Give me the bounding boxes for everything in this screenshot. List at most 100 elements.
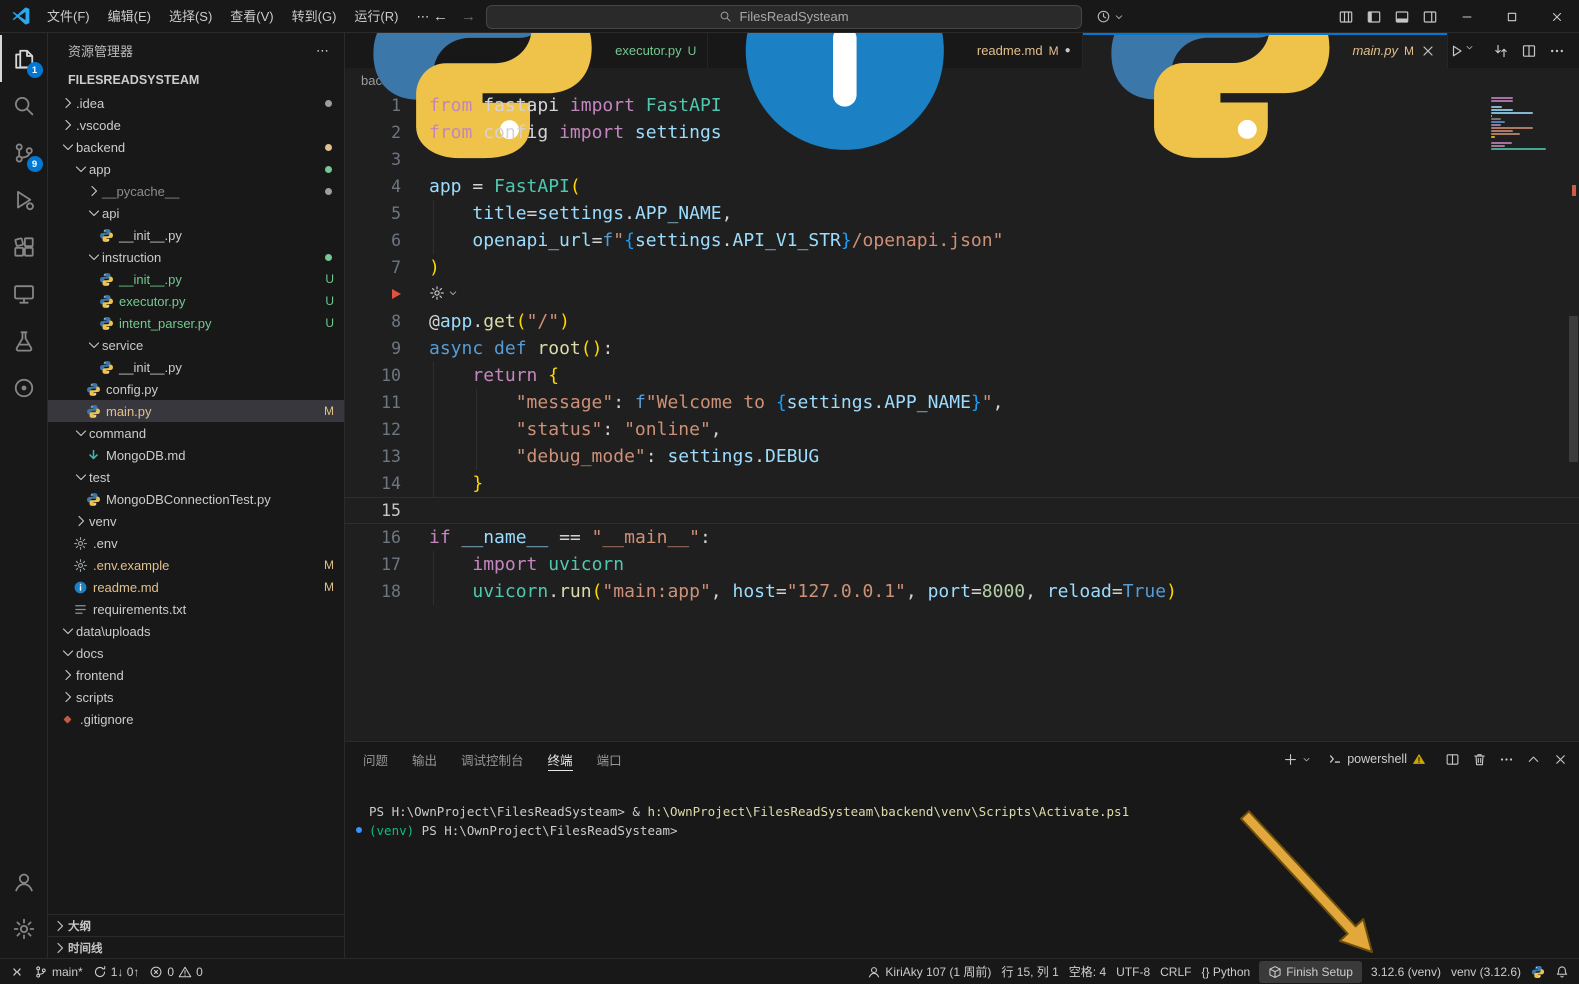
tab-main-py[interactable]: main.pyM	[1083, 33, 1448, 68]
status-notifications[interactable]	[1550, 961, 1574, 983]
tree-section-header[interactable]: FILESREADSYSTEAM	[48, 68, 344, 92]
tree-item-scripts[interactable]: scripts	[48, 686, 344, 708]
split-editor-icon[interactable]	[1521, 42, 1537, 60]
tab-executor-py[interactable]: executor.pyU	[345, 33, 708, 68]
tree-item-data-uploads[interactable]: data\uploads	[48, 620, 344, 642]
window-close-icon[interactable]	[1534, 0, 1579, 33]
status-git-branch[interactable]: main*	[29, 961, 88, 983]
tree-item-executor-py[interactable]: executor.pyU	[48, 290, 344, 312]
sidebar-section-1[interactable]: 时间线	[48, 936, 344, 958]
tree-item-init-py[interactable]: __init__.py	[48, 356, 344, 378]
status-venv-indicator[interactable]: venv (3.12.6)	[1446, 961, 1526, 983]
activity-testing[interactable]	[0, 317, 48, 364]
tree-item-idea[interactable]: .idea	[48, 92, 344, 114]
tree-item-pycache[interactable]: __pycache__	[48, 180, 344, 202]
new-terminal-icon[interactable]	[1281, 750, 1299, 768]
window-maximize-icon[interactable]	[1489, 0, 1534, 33]
layout-panel-icon[interactable]	[1388, 0, 1416, 33]
status-encoding[interactable]: UTF-8	[1111, 961, 1155, 983]
run-python-file-icon[interactable]	[1448, 42, 1481, 60]
inline-gear-widget[interactable]	[345, 281, 1579, 308]
tree-item-main-py[interactable]: main.pyM	[48, 400, 344, 422]
command-center[interactable]: FilesReadSysteam	[486, 5, 1082, 29]
activity-run-and-debug[interactable]	[0, 176, 48, 223]
tree-item-test[interactable]: test	[48, 466, 344, 488]
editor-layout-icon[interactable]	[1332, 0, 1360, 33]
tree-item-instruction[interactable]: instruction	[48, 246, 344, 268]
panel-tab-3[interactable]: 终端	[548, 742, 573, 776]
terminal-more-icon[interactable]	[1497, 750, 1515, 768]
status-python-interpreter[interactable]: 3.12.6 (venv)	[1366, 961, 1446, 983]
close-panel-icon[interactable]	[1551, 750, 1569, 768]
tree-item-intent-parser-py[interactable]: intent_parser.pyU	[48, 312, 344, 334]
status-indentation[interactable]: 空格: 4	[1064, 961, 1111, 983]
tree-item-env[interactable]: .env	[48, 532, 344, 554]
gear-icon[interactable]	[429, 285, 445, 301]
tree-item-api[interactable]: api	[48, 202, 344, 224]
menu-3[interactable]: 查看(V)	[221, 0, 282, 33]
tree-item-docs[interactable]: docs	[48, 642, 344, 664]
menu-1[interactable]: 编辑(E)	[99, 0, 160, 33]
status-python-extension[interactable]	[1526, 961, 1550, 983]
menu-4[interactable]: 转到(G)	[283, 0, 346, 33]
tree-item-command[interactable]: command	[48, 422, 344, 444]
tree-item-config-py[interactable]: config.py	[48, 378, 344, 400]
tree-item-frontend[interactable]: frontend	[48, 664, 344, 686]
kill-terminal-icon[interactable]	[1470, 750, 1488, 768]
maximize-panel-icon[interactable]	[1524, 750, 1542, 768]
status-problems[interactable]: 00	[144, 961, 207, 983]
tree-item-venv[interactable]: venv	[48, 510, 344, 532]
tree-item-mongodb-md[interactable]: MongoDB.md	[48, 444, 344, 466]
tree-item-init-py[interactable]: __init__.py	[48, 224, 344, 246]
status-language-mode[interactable]: {} Python	[1196, 961, 1255, 983]
activity-explorer[interactable]: 1	[0, 35, 48, 82]
status-eol[interactable]: CRLF	[1155, 961, 1196, 983]
terminal-shell-powershell[interactable]: powershell	[1320, 752, 1434, 766]
nav-back-icon[interactable]: ←	[430, 8, 451, 25]
tree-item-readme-md[interactable]: readme.mdM	[48, 576, 344, 598]
sidebar-more-icon[interactable]: ⋯	[316, 43, 330, 59]
minimap[interactable]	[1491, 97, 1561, 151]
sidebar-section-0[interactable]: 大纲	[48, 914, 344, 936]
panel-tab-2[interactable]: 调试控制台	[461, 742, 524, 776]
status-finish-setup[interactable]: Finish Setup	[1259, 961, 1362, 983]
activity-search[interactable]	[0, 82, 48, 129]
activity-remote-explorer[interactable]	[0, 270, 48, 317]
panel-tab-4[interactable]: 端口	[597, 742, 622, 776]
window-minimize-icon[interactable]	[1444, 0, 1489, 33]
close-tab-icon[interactable]	[1420, 43, 1436, 59]
split-terminal-icon[interactable]	[1443, 750, 1461, 768]
status-remote-window[interactable]	[5, 961, 29, 983]
layout-sidebar-left-icon[interactable]	[1360, 0, 1388, 33]
open-changes-icon[interactable]	[1493, 42, 1509, 60]
activity-extension-panel[interactable]	[0, 364, 48, 411]
activity-source-control[interactable]: 9	[0, 129, 48, 176]
layout-sidebar-right-icon[interactable]	[1416, 0, 1444, 33]
tree-item-backend[interactable]: backend	[48, 136, 344, 158]
panel-tab-1[interactable]: 输出	[412, 742, 437, 776]
menu-2[interactable]: 选择(S)	[160, 0, 221, 33]
tree-item-init-py[interactable]: __init__.pyU	[48, 268, 344, 290]
tree-item-vscode[interactable]: .vscode	[48, 114, 344, 136]
editor-scrollbar[interactable]	[1569, 316, 1578, 462]
activity-accounts[interactable]	[0, 858, 48, 905]
tree-item-service[interactable]: service	[48, 334, 344, 356]
activity-manage[interactable]	[0, 905, 48, 952]
status-cursor-position[interactable]: 行 15, 列 1	[996, 961, 1063, 983]
editor-more-icon[interactable]	[1549, 42, 1565, 60]
tree-item-app[interactable]: app	[48, 158, 344, 180]
status-git-blame[interactable]: KiriAky 107 (1 周前)	[862, 961, 996, 983]
panel-tab-0[interactable]: 问题	[363, 742, 388, 776]
chevron-down-icon[interactable]	[448, 288, 458, 298]
tree-item-requirements-txt[interactable]: requirements.txt	[48, 598, 344, 620]
tree-item-gitignore[interactable]: .gitignore	[48, 708, 344, 730]
status-git-sync[interactable]: 1↓ 0↑	[88, 961, 145, 983]
tree-item-env-example[interactable]: .env.exampleM	[48, 554, 344, 576]
menu-0[interactable]: 文件(F)	[38, 0, 99, 33]
tree-item-mongodbconnectiontest-py[interactable]: MongoDBConnectionTest.py	[48, 488, 344, 510]
terminal-profiles-icon[interactable]	[1301, 750, 1311, 768]
session-button[interactable]	[1089, 5, 1131, 29]
menu-5[interactable]: 运行(R)	[345, 0, 407, 33]
activity-extensions[interactable]	[0, 223, 48, 270]
tab-readme-md[interactable]: readme.mdM●	[708, 33, 1082, 68]
